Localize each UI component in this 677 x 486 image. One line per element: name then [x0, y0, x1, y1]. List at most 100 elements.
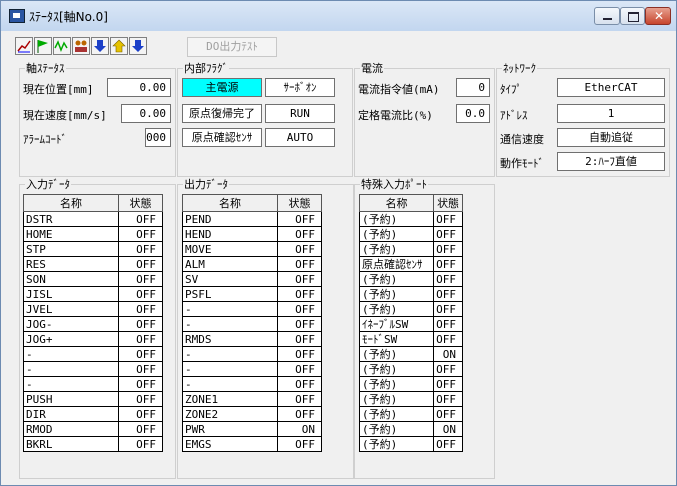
signal-name: HEND	[182, 226, 278, 242]
table-row: RMOD OFF	[23, 421, 163, 437]
graph-icon[interactable]	[15, 37, 33, 55]
table-row: (予約) OFF	[358, 211, 463, 227]
signal-state: OFF	[118, 421, 163, 437]
current-command-label: 電流指令値(mA)	[358, 83, 440, 96]
signal-state: OFF	[118, 376, 163, 392]
special-input-legend: 特殊入力ﾎﾟｰﾄ	[361, 178, 427, 191]
title-bar[interactable]: ｽﾃｰﾀｽ[軸No.0] ✕	[1, 1, 676, 31]
table-row: (予約) OFF	[358, 391, 463, 407]
signal-state: OFF	[118, 316, 163, 332]
flag-icon[interactable]	[34, 37, 52, 55]
current-legend: 電流	[361, 62, 383, 75]
table-row: PUSH OFF	[23, 391, 163, 407]
maximize-icon	[628, 12, 639, 22]
table-row: ZONE1 OFF	[182, 391, 322, 407]
do-output-test-button[interactable]: DO出力ﾃｽﾄ	[187, 37, 277, 57]
signal-name: SV	[182, 271, 278, 287]
signal-state: OFF	[433, 406, 463, 422]
close-button[interactable]: ✕	[645, 7, 671, 25]
minimize-button[interactable]	[594, 7, 620, 25]
signal-name: RMDS	[182, 331, 278, 347]
network-address-value: 1	[557, 104, 665, 123]
signal-name: (予約)	[358, 421, 435, 437]
signal-name: JOG+	[23, 331, 119, 347]
signal-name: (予約)	[358, 301, 435, 317]
signal-state: OFF	[118, 286, 163, 302]
table-row: ALM OFF	[182, 256, 322, 272]
table-row: (予約) OFF	[358, 436, 463, 452]
table-row: 原点確認ｾﾝｻ OFF	[358, 256, 463, 272]
arrow-down-icon[interactable]	[129, 37, 147, 55]
signal-state: OFF	[277, 346, 322, 362]
table-row: DIR OFF	[23, 406, 163, 422]
table-header: 名称 状態	[182, 194, 322, 212]
arrow-down-icon[interactable]	[91, 37, 109, 55]
main-power-lamp: 主電源	[182, 78, 262, 97]
column-header-name: 名称	[358, 194, 435, 212]
table-row: STP OFF	[23, 241, 163, 257]
table-row: - OFF	[23, 361, 163, 377]
signal-state: OFF	[118, 346, 163, 362]
table-row: - OFF	[23, 346, 163, 362]
table-row: (予約) ON	[358, 346, 463, 362]
signal-state: OFF	[277, 406, 322, 422]
signal-state: OFF	[118, 241, 163, 257]
signal-state: OFF	[433, 256, 463, 272]
signal-name: PUSH	[23, 391, 119, 407]
arrow-up-icon[interactable]	[110, 37, 128, 55]
signal-name: (予約)	[358, 436, 435, 452]
operation-mode-label: 動作ﾓｰﾄﾞ	[500, 157, 544, 170]
signal-name: RMOD	[23, 421, 119, 437]
signal-name: MOVE	[182, 241, 278, 257]
column-header-state: 状態	[277, 194, 322, 212]
signal-name: -	[23, 376, 119, 392]
table-row: - OFF	[182, 301, 322, 317]
signal-state: OFF	[277, 331, 322, 347]
table-row: (予約) ON	[358, 421, 463, 437]
table-row: EMGS OFF	[182, 436, 322, 452]
signal-name: -	[23, 361, 119, 377]
signal-state: OFF	[118, 226, 163, 242]
signal-name: -	[182, 346, 278, 362]
signal-state: OFF	[277, 286, 322, 302]
table-row: JISL OFF	[23, 286, 163, 302]
signal-name: -	[182, 301, 278, 317]
signal-name: (予約)	[358, 376, 435, 392]
signal-name: ALM	[182, 256, 278, 272]
signal-state: OFF	[118, 436, 163, 452]
table-header: 名称 状態	[23, 194, 163, 212]
internal-flags-legend: 内部ﾌﾗｸﾞ	[184, 62, 228, 75]
signal-state: OFF	[118, 256, 163, 272]
signal-name: 原点確認ｾﾝｻ	[358, 256, 435, 272]
signal-name: ZONE1	[182, 391, 278, 407]
table-row: (予約) OFF	[358, 406, 463, 422]
rated-current-ratio-value: 0.0	[456, 104, 490, 123]
table-row: (予約) OFF	[358, 376, 463, 392]
column-header-name: 名称	[182, 194, 278, 212]
current-command-value: 0	[456, 78, 490, 97]
signal-state: OFF	[277, 391, 322, 407]
table-row: JOG+ OFF	[23, 331, 163, 347]
position-value: 0.00	[107, 78, 171, 97]
network-icon[interactable]	[72, 37, 90, 55]
output-data-table: 名称 状態 PEND OFF HEND OFF MOVE OFF ALM OFF SV OFF PSFL…	[182, 194, 322, 452]
signal-name: DSTR	[23, 211, 119, 227]
signal-name: JOG-	[23, 316, 119, 332]
minimize-icon	[603, 18, 612, 20]
table-row: BKRL OFF	[23, 436, 163, 452]
table-row: RES OFF	[23, 256, 163, 272]
signal-state: OFF	[277, 436, 322, 452]
axis-status-legend: 軸ｽﾃｰﾀｽ	[26, 62, 65, 75]
auto-lamp: AUTO	[265, 128, 335, 147]
maximize-button[interactable]	[620, 7, 645, 25]
signal-name: -	[182, 376, 278, 392]
waveform-icon[interactable]	[53, 37, 71, 55]
signal-name: (予約)	[358, 346, 435, 362]
signal-name: (予約)	[358, 361, 435, 377]
signal-state: OFF	[433, 391, 463, 407]
signal-state: OFF	[277, 226, 322, 242]
signal-state: OFF	[118, 211, 163, 227]
table-row: - OFF	[182, 361, 322, 377]
signal-state: OFF	[118, 406, 163, 422]
signal-name: -	[23, 346, 119, 362]
